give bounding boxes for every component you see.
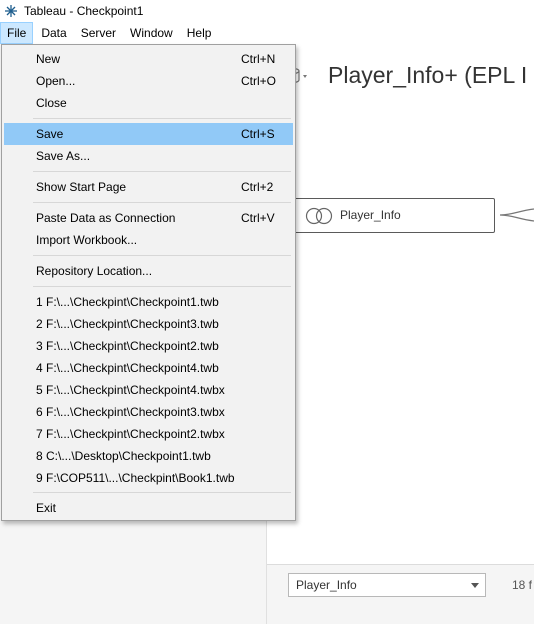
recent-file-label: 7 F:\...\Checkpint\Checkpoint2.twbx xyxy=(36,427,225,441)
menu-server[interactable]: Server xyxy=(75,22,122,44)
menu-item-recent-3[interactable]: 3 F:\...\Checkpint\Checkpoint2.twb xyxy=(4,335,293,357)
menu-item-paste-data[interactable]: Paste Data as Connection Ctrl+V xyxy=(4,207,293,229)
tableau-logo-icon xyxy=(5,5,17,17)
menu-item-exit[interactable]: Exit xyxy=(4,497,293,519)
menu-separator xyxy=(33,118,291,119)
menu-item-recent-7[interactable]: 7 F:\...\Checkpint\Checkpoint2.twbx xyxy=(4,423,293,445)
menu-item-close[interactable]: Close xyxy=(4,92,293,114)
data-source-canvas xyxy=(267,44,534,564)
table-select-value: Player_Info xyxy=(296,578,357,592)
menu-separator xyxy=(33,492,291,493)
menu-item-label: Import Workbook... xyxy=(36,233,138,247)
datasource-title[interactable]: Player_Info+ (EPL I xyxy=(328,62,527,89)
menu-item-label: New xyxy=(36,52,61,66)
recent-file-label: 6 F:\...\Checkpint\Checkpoint3.twbx xyxy=(36,405,225,419)
relationship-noodle-icon[interactable] xyxy=(498,205,534,225)
menu-item-shortcut: Ctrl+O xyxy=(241,74,277,88)
recent-file-label: 3 F:\...\Checkpint\Checkpoint2.twb xyxy=(36,339,219,353)
menu-data[interactable]: Data xyxy=(35,22,72,44)
menu-item-recent-4[interactable]: 4 F:\...\Checkpint\Checkpoint4.twb xyxy=(4,357,293,379)
menu-item-label: Save xyxy=(36,127,64,141)
menu-item-recent-9[interactable]: 9 F:\COP511\...\Checkpint\Book1.twb xyxy=(4,467,293,489)
table-select[interactable]: Player_Info xyxy=(288,573,486,597)
menu-bar: File Data Server Window Help xyxy=(0,22,534,44)
recent-file-label: 9 F:\COP511\...\Checkpint\Book1.twb xyxy=(36,471,235,485)
menu-item-shortcut: Ctrl+N xyxy=(241,52,276,66)
menu-item-shortcut: Ctrl+S xyxy=(241,127,275,141)
menu-help[interactable]: Help xyxy=(181,22,218,44)
menu-item-save[interactable]: Save Ctrl+S xyxy=(4,123,293,145)
menu-separator xyxy=(33,171,291,172)
menu-separator xyxy=(33,255,291,256)
menu-window[interactable]: Window xyxy=(124,22,179,44)
recent-file-label: 8 C:\...\Desktop\Checkpoint1.twb xyxy=(36,449,211,463)
menu-item-recent-1[interactable]: 1 F:\...\Checkpint\Checkpoint1.twb xyxy=(4,291,293,313)
menu-item-shortcut: Ctrl+V xyxy=(241,211,275,225)
menu-item-label: Save As... xyxy=(36,149,91,163)
recent-file-label: 5 F:\...\Checkpint\Checkpoint4.twbx xyxy=(36,383,225,397)
menu-item-repository-location[interactable]: Repository Location... xyxy=(4,260,293,282)
window-title: Tableau - Checkpoint1 xyxy=(24,4,144,18)
table-node-label: Player_Info xyxy=(340,208,401,222)
menu-item-label: Exit xyxy=(36,501,57,515)
title-bar: Tableau - Checkpoint1 xyxy=(0,0,534,22)
menu-item-recent-8[interactable]: 8 C:\...\Desktop\Checkpoint1.twb xyxy=(4,445,293,467)
menu-item-label: Open... xyxy=(36,74,76,88)
chevron-down-icon xyxy=(471,583,479,588)
menu-item-recent-2[interactable]: 2 F:\...\Checkpint\Checkpoint3.twb xyxy=(4,313,293,335)
menu-item-show-start-page[interactable]: Show Start Page Ctrl+2 xyxy=(4,176,293,198)
menu-item-new[interactable]: New Ctrl+N xyxy=(4,48,293,70)
menu-file[interactable]: File xyxy=(0,22,34,44)
recent-file-label: 4 F:\...\Checkpint\Checkpoint4.twb xyxy=(36,361,219,375)
menu-item-label: Close xyxy=(36,96,67,110)
menu-item-label: Paste Data as Connection xyxy=(36,211,176,225)
menu-item-save-as[interactable]: Save As... xyxy=(4,145,293,167)
menu-item-import-workbook[interactable]: Import Workbook... xyxy=(4,229,293,251)
menu-separator xyxy=(33,202,291,203)
file-menu: New Ctrl+N Open... Ctrl+O Close Save Ctr… xyxy=(1,44,296,521)
menu-item-label: Show Start Page xyxy=(36,180,127,194)
relationship-icon xyxy=(305,207,333,225)
menu-item-shortcut: Ctrl+2 xyxy=(241,180,274,194)
field-count: 18 f xyxy=(512,578,533,592)
menu-item-open[interactable]: Open... Ctrl+O xyxy=(4,70,293,92)
menu-item-label: Repository Location... xyxy=(36,264,153,278)
menu-separator xyxy=(33,286,291,287)
recent-file-label: 2 F:\...\Checkpint\Checkpoint3.twb xyxy=(36,317,219,331)
table-node[interactable]: Player_Info xyxy=(291,198,495,233)
menu-item-recent-6[interactable]: 6 F:\...\Checkpint\Checkpoint3.twbx xyxy=(4,401,293,423)
menu-item-recent-5[interactable]: 5 F:\...\Checkpint\Checkpoint4.twbx xyxy=(4,379,293,401)
recent-file-label: 1 F:\...\Checkpint\Checkpoint1.twb xyxy=(36,295,219,309)
